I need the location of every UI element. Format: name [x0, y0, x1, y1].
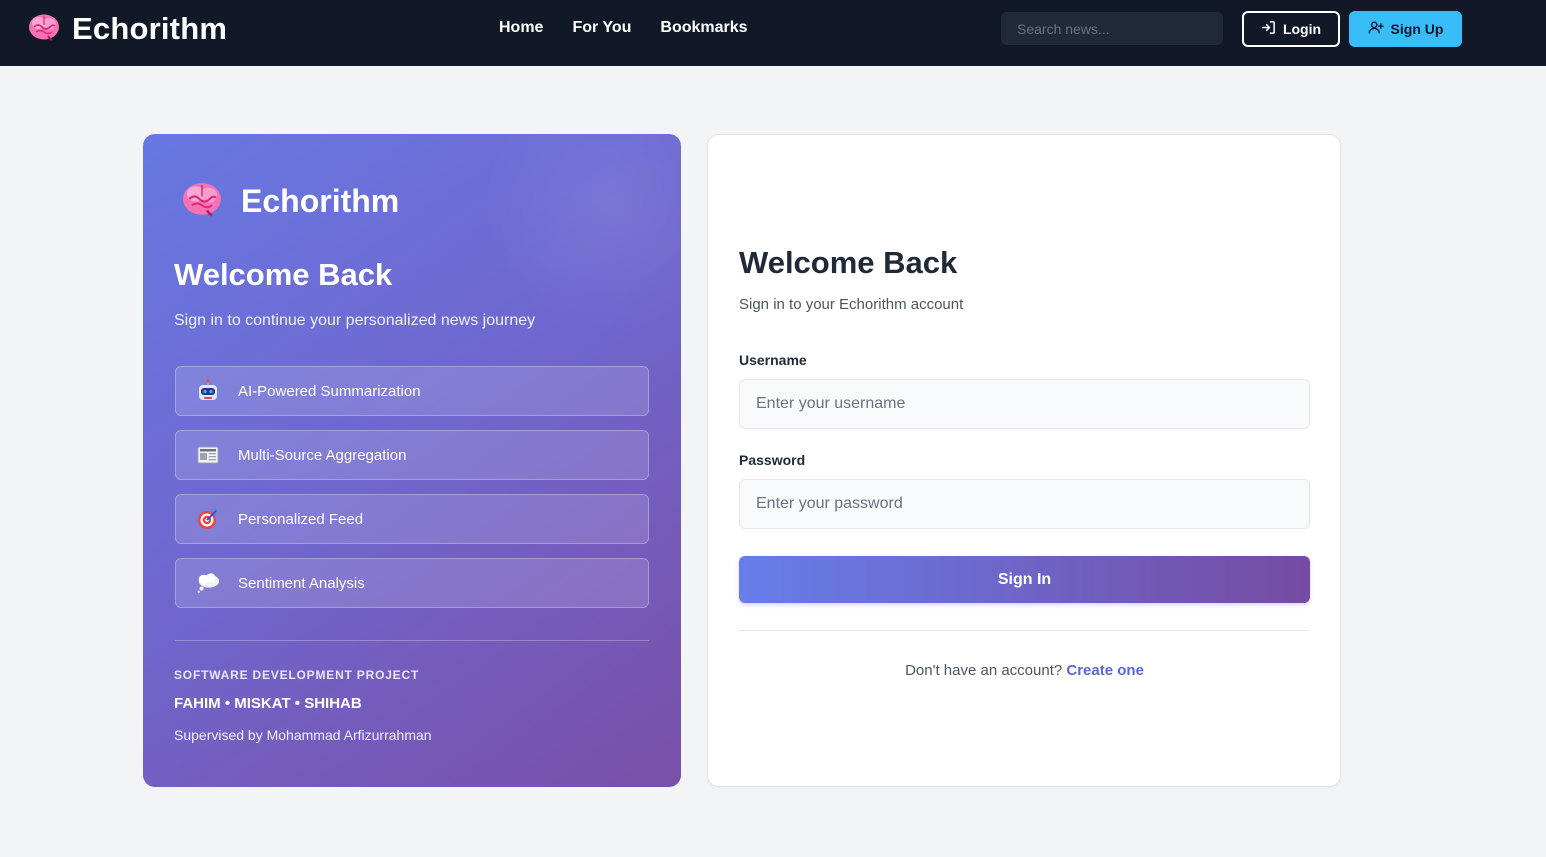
- signup-button[interactable]: Sign Up: [1349, 11, 1462, 47]
- brain-icon: [181, 180, 223, 223]
- promo-brand: Echorithm: [181, 180, 399, 223]
- nav-link-for-you[interactable]: For You: [572, 18, 631, 38]
- supervisor-credit: Supervised by Mohammad Arfizurrahman: [174, 727, 432, 743]
- search-input[interactable]: [1001, 12, 1223, 45]
- promo-divider: [175, 640, 649, 641]
- signup-prompt-text: Don't have an account?: [905, 662, 1063, 679]
- sign-in-button[interactable]: Sign In: [739, 556, 1310, 603]
- feature-label: Multi-Source Aggregation: [238, 446, 407, 464]
- team-members: FAHIM • MISKAT • SHIHAB: [174, 695, 362, 712]
- target-icon: [196, 507, 220, 531]
- login-subtitle: Sign in to your Echorithm account: [739, 296, 964, 313]
- feature-item-personalized-feed: Personalized Feed: [175, 494, 649, 544]
- feature-item-sentiment: Sentiment Analysis: [175, 558, 649, 608]
- feature-item-summarization: AI-Powered Summarization: [175, 366, 649, 416]
- feature-label: Sentiment Analysis: [238, 574, 365, 592]
- nav-link-home[interactable]: Home: [499, 18, 543, 38]
- promo-brand-name: Echorithm: [241, 183, 400, 219]
- login-button[interactable]: Login: [1242, 11, 1340, 47]
- login-divider: [739, 630, 1310, 631]
- create-account-link[interactable]: Create one: [1066, 662, 1144, 679]
- thought-bubble-icon: [196, 571, 220, 595]
- login-arrow-icon: [1261, 20, 1276, 38]
- login-label: Login: [1282, 21, 1322, 37]
- login-title: Welcome Back: [739, 245, 958, 280]
- robot-icon: [196, 379, 220, 403]
- username-label: Username: [739, 352, 807, 368]
- signup-prompt: Don't have an account? Create one: [739, 662, 1310, 679]
- password-label: Password: [739, 452, 806, 468]
- brand-name: Echorithm: [72, 11, 228, 46]
- promo-subtitle: Sign in to continue your personalized ne…: [174, 312, 536, 329]
- password-field[interactable]: [739, 479, 1310, 529]
- promo-title: Welcome Back: [174, 257, 393, 292]
- promo-panel: Echorithm Welcome Back Sign in to contin…: [143, 134, 681, 787]
- signup-label: Sign Up: [1390, 21, 1444, 37]
- nav-link-bookmarks[interactable]: Bookmarks: [660, 18, 747, 38]
- brain-icon: [28, 12, 60, 47]
- feature-label: AI-Powered Summarization: [238, 382, 421, 400]
- main-nav: Home For You Bookmarks: [499, 18, 748, 38]
- user-plus-icon: [1368, 20, 1384, 38]
- top-navbar: Echorithm Home For You Bookmarks Login S…: [0, 0, 1546, 66]
- brand-logo[interactable]: Echorithm: [28, 11, 228, 47]
- login-card: Welcome Back Sign in to your Echorithm a…: [707, 134, 1341, 787]
- newspaper-icon: [196, 443, 220, 467]
- feature-label: Personalized Feed: [238, 510, 364, 528]
- username-field[interactable]: [739, 379, 1310, 429]
- project-label: SOFTWARE DEVELOPMENT PROJECT: [174, 668, 420, 682]
- feature-item-aggregation: Multi-Source Aggregation: [175, 430, 649, 480]
